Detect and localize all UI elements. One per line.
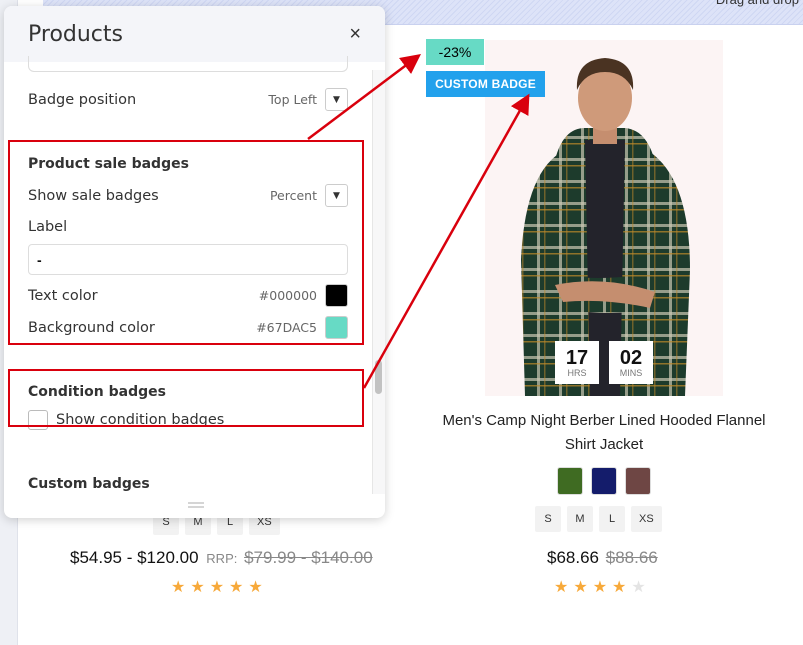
star-filled-icon: ★: [612, 579, 627, 596]
caret-down-icon: ▼: [333, 94, 340, 105]
star-filled-icon: ★: [248, 579, 263, 596]
old-price: $88.66: [605, 548, 658, 567]
star-filled-icon: ★: [209, 579, 225, 596]
rrp-label: RRP:: [206, 551, 238, 566]
panel-title: Products: [28, 21, 123, 47]
old-price: $79.99 - $140.00: [244, 548, 373, 567]
color-swatch[interactable]: [625, 467, 651, 495]
dropzone-label: Drag and drop: [716, 0, 799, 7]
timer-hours: 17 HRS: [555, 341, 599, 384]
truncated-field[interactable]: [28, 56, 348, 72]
star-filled-icon: ★: [229, 579, 244, 596]
size-option[interactable]: XS: [631, 506, 662, 532]
star-filled-icon: ★: [592, 579, 608, 596]
timer-minutes: 02 MINS: [609, 341, 653, 384]
star-filled-icon: ★: [171, 579, 186, 596]
sale-badge: -23%: [426, 39, 484, 65]
product-right-rating: ★ ★ ★ ★ ★: [554, 580, 646, 596]
star-filled-icon: ★: [554, 579, 569, 596]
annotation-box-condition-badges: [8, 369, 364, 427]
size-option[interactable]: M: [567, 506, 593, 532]
timer-minutes-unit: MINS: [619, 367, 643, 378]
size-option[interactable]: L: [599, 506, 625, 532]
annotation-box-sale-badges: [8, 140, 364, 345]
size-option[interactable]: S: [535, 506, 561, 532]
scrollbar-thumb[interactable]: [375, 360, 382, 394]
star-empty-icon: ★: [631, 579, 646, 596]
product-right-price: $68.66 $88.66: [547, 548, 658, 568]
badge-position-value: Top Left: [268, 92, 317, 107]
timer-hours-value: 17: [565, 346, 589, 369]
resize-handle-icon[interactable]: [188, 502, 204, 508]
custom-badge: CUSTOM BADGE: [426, 71, 545, 97]
timer-minutes-value: 02: [619, 346, 643, 369]
custom-badges-title: Custom badges: [28, 476, 150, 492]
badge-position-dropdown[interactable]: ▼: [325, 88, 348, 111]
close-icon[interactable]: ×: [349, 23, 361, 46]
product-right-sizes: S M L XS: [535, 506, 662, 532]
color-swatches: [557, 467, 651, 495]
color-swatch[interactable]: [557, 467, 583, 495]
badge-position-label: Badge position: [28, 91, 137, 108]
star-filled-icon: ★: [190, 579, 205, 596]
color-swatch[interactable]: [591, 467, 617, 495]
current-price: $68.66: [547, 548, 599, 567]
product-left-rating: ★ ★ ★ ★ ★: [171, 580, 263, 596]
timer-hours-unit: HRS: [567, 367, 587, 378]
product-left-price: $54.95 - $120.00 RRP: $79.99 - $140.00: [70, 548, 373, 568]
current-price: $54.95 - $120.00: [70, 548, 199, 567]
star-filled-icon: ★: [573, 579, 588, 596]
product-title[interactable]: Men's Camp Night Berber Lined Hooded Fla…: [430, 409, 778, 457]
badge-position-row: Badge position Top Left ▼: [28, 88, 348, 111]
panel-header: Products ×: [4, 6, 385, 62]
panel-scrollbar[interactable]: [372, 70, 385, 494]
countdown-timer: 17 HRS 02 MINS: [555, 341, 653, 384]
